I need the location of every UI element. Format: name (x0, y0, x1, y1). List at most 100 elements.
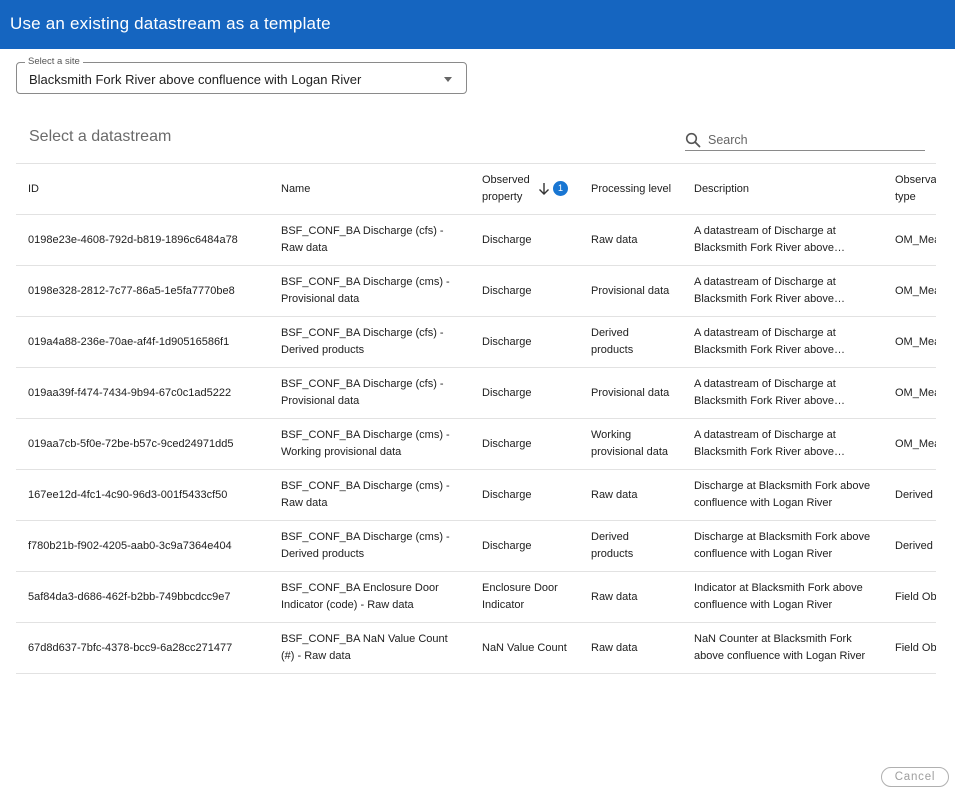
table-row[interactable]: f780b21b-f902-4205-aab0-3c9a7364e404 BSF_… (16, 520, 936, 572)
column-header-observation-type[interactable]: Observation type (883, 163, 936, 215)
cell-processing-level: Derived products (579, 316, 682, 368)
cell-observed-property: Discharge (470, 214, 579, 266)
cell-processing-level-text: Raw data (591, 233, 638, 246)
cell-observed-property: Discharge (470, 316, 579, 368)
cell-processing-level-text: Derived products (591, 327, 634, 356)
cell-processing-level: Provisional data (579, 367, 682, 419)
cell-observation-type: Field Observation (883, 622, 936, 674)
cell-observed-property-text: Discharge (482, 539, 532, 552)
cell-name: BSF_CONF_BA Enclosure Door Indicator (co… (269, 571, 470, 623)
site-select-value: Blacksmith Fork River above confluence w… (29, 72, 362, 87)
cancel-button[interactable]: Cancel (881, 767, 949, 787)
cell-processing-level: Raw data (579, 571, 682, 623)
cell-observation-type: Field Observation (883, 571, 936, 623)
cell-observed-property: Discharge (470, 265, 579, 317)
cell-processing-level: Raw data (579, 469, 682, 521)
cell-name: BSF_CONF_BA NaN Value Count (#) - Raw da… (269, 622, 470, 674)
cell-id: 0198e23e-4608-792d-b819-1896c6484a78 (16, 214, 269, 266)
cell-description: Oxygen, dissolved at Blacksmith (682, 673, 883, 738)
cell-description: Discharge at Blacksmith Fork above confl… (682, 469, 883, 521)
table-row[interactable]: 67d8d637-7bfc-4378-bcc9-6a28cc271477 BSF_… (16, 622, 936, 674)
cell-observed-property-text: Discharge (482, 437, 532, 450)
table-row[interactable]: 019a4a88-236e-70ae-af4f-1d90516586f1 BSF_… (16, 316, 936, 368)
table-row[interactable]: 167ee12d-4fc1-4c90-96d3-001f5433cf50 BSF_… (16, 469, 936, 521)
caret-down-icon[interactable] (444, 77, 452, 82)
column-header-id[interactable]: ID (16, 163, 269, 215)
cell-name: BSF_CONF_BA Discharge (cms) - Provisiona… (269, 265, 470, 317)
cell-description: A datastream of Discharge at Blacksmith … (682, 367, 883, 419)
cell-observation-type: OM_Measurement (883, 367, 936, 419)
cell-observation-type-text: Derived Value (895, 488, 936, 501)
table-row[interactable]: 019aa7cb-5f0e-72be-b57c-9ced24971dd5 BSF_… (16, 418, 936, 470)
cell-observed-property-text: Discharge (482, 335, 532, 348)
cell-observation-type-text: OM_Measurement (895, 284, 936, 297)
datastream-table: ID Name Observed property 1 Processing l… (16, 163, 936, 738)
column-header-description[interactable]: Description (682, 163, 883, 215)
cell-description: Discharge at Blacksmith Fork above confl… (682, 520, 883, 572)
table-row[interactable]: 0198e23e-4608-792d-b819-1896c6484a78 BSF_… (16, 214, 936, 266)
cell-description-text: NaN Counter at Blacksmith Fork above con… (694, 633, 866, 662)
cell-observed-property: Discharge (470, 469, 579, 521)
cell-observation-type-text: Field Observation (895, 641, 936, 654)
cell-description: A datastream of Discharge at Blacksmith … (682, 418, 883, 470)
cell-observation-type: OM_Measurement (883, 265, 936, 317)
cell-observed-property: Oxygen (470, 673, 579, 738)
cell-observation-type-text: Field Observation (895, 590, 936, 603)
cell-observed-property-text: Discharge (482, 488, 532, 501)
cell-processing-level-text: Raw data (591, 590, 638, 603)
table-row[interactable]: 5af84da3-d686-462f-b2bb-749bbcdcc9e7 BSF_… (16, 571, 936, 623)
cell-id-text: 0198e328-2812-7c77-86a5-1e5fa7770be8 (28, 284, 235, 297)
cell-description-text: A datastream of Discharge at Blacksmith … (694, 276, 836, 305)
cell-description-text: A datastream of Discharge at Blacksmith … (694, 225, 836, 254)
cell-observation-type-text: OM_Measurement (895, 233, 936, 246)
site-select[interactable]: Select a site Blacksmith Fork River abov… (16, 56, 467, 94)
cell-id-text: 0198e23e-4608-792d-b819-1896c6484a78 (28, 233, 238, 246)
cell-id: 0198e328-2812-7c77-86a5-1e5fa7770be8 (16, 265, 269, 317)
cell-name-text: BSF_CONF_BA Discharge (cms) - Derived pr… (281, 531, 450, 560)
cell-id (16, 673, 269, 738)
cell-name: BSF_CONF_BA Discharge (cfs) - Raw data (269, 214, 470, 266)
cell-processing-level: Working provisional data (579, 418, 682, 470)
cell-name: BSF_CONF_BA Discharge (cms) - Working pr… (269, 418, 470, 470)
column-header-observed-property[interactable]: Observed property 1 (470, 163, 579, 215)
cell-name-text: BSF_CONF_BA Discharge (cms) - Provisiona… (281, 276, 450, 305)
cell-observation-type: OM_Measurement (883, 418, 936, 470)
cell-observation-type-text: OM_Measurement (895, 335, 936, 348)
column-header-label: Observed property (482, 174, 530, 203)
cell-id: 67d8d637-7bfc-4378-bcc9-6a28cc271477 (16, 622, 269, 674)
sort-indicator[interactable]: 1 (538, 181, 569, 198)
cell-observation-type-text: OM_Measurement (895, 386, 936, 399)
table-row[interactable]: 0198e328-2812-7c77-86a5-1e5fa7770be8 BSF_… (16, 265, 936, 317)
cell-processing-level: Working (579, 673, 682, 738)
cell-name: BSF_CONF_BA Oxygen (269, 673, 470, 738)
cell-processing-level-text: Provisional data (591, 284, 670, 297)
cell-description: A datastream of Discharge at Blacksmith … (682, 316, 883, 368)
cell-description-text: Discharge at Blacksmith Fork above confl… (694, 480, 871, 509)
search-box[interactable] (685, 131, 925, 151)
cell-id-text: f780b21b-f902-4205-aab0-3c9a7364e404 (28, 539, 232, 552)
cell-observation-type (883, 673, 936, 738)
cell-observed-property: Discharge (470, 418, 579, 470)
cell-observed-property: Discharge (470, 367, 579, 419)
table-row[interactable]: 019aa39f-f474-7434-9b94-67c0c1ad5222 BSF_… (16, 367, 936, 419)
cell-name-text: BSF_CONF_BA Discharge (cfs) - Provisiona… (281, 378, 444, 407)
cell-processing-level-text: Raw data (591, 641, 638, 654)
cell-processing-level: Derived products (579, 520, 682, 572)
search-input[interactable] (708, 132, 920, 148)
dialog-header: Use an existing datastream as a template (0, 0, 955, 49)
cell-name-text: BSF_CONF_BA NaN Value Count (#) - Raw da… (281, 633, 448, 662)
column-header-processing-level[interactable]: Processing level (579, 163, 682, 215)
cell-name: BSF_CONF_BA Discharge (cms) - Derived pr… (269, 520, 470, 572)
sort-order-badge: 1 (553, 181, 569, 197)
cell-description-text: A datastream of Discharge at Blacksmith … (694, 378, 836, 407)
cell-observation-type: OM_Measurement (883, 316, 936, 368)
cell-description: Indicator at Blacksmith Fork above confl… (682, 571, 883, 623)
cell-processing-level-text: Derived products (591, 531, 634, 560)
cell-id-text: 019aa7cb-5f0e-72be-b57c-9ced24971dd5 (28, 437, 234, 450)
cell-processing-level: Raw data (579, 622, 682, 674)
table-row[interactable]: BSF_CONF_BA OxygenOxygenWorkingOxygen, d… (16, 673, 936, 738)
cell-observation-type: Derived Value (883, 520, 936, 572)
cell-observed-property: Enclosure Door Indicator (470, 571, 579, 623)
column-header-name[interactable]: Name (269, 163, 470, 215)
cell-processing-level-text: Working provisional data (591, 429, 669, 458)
